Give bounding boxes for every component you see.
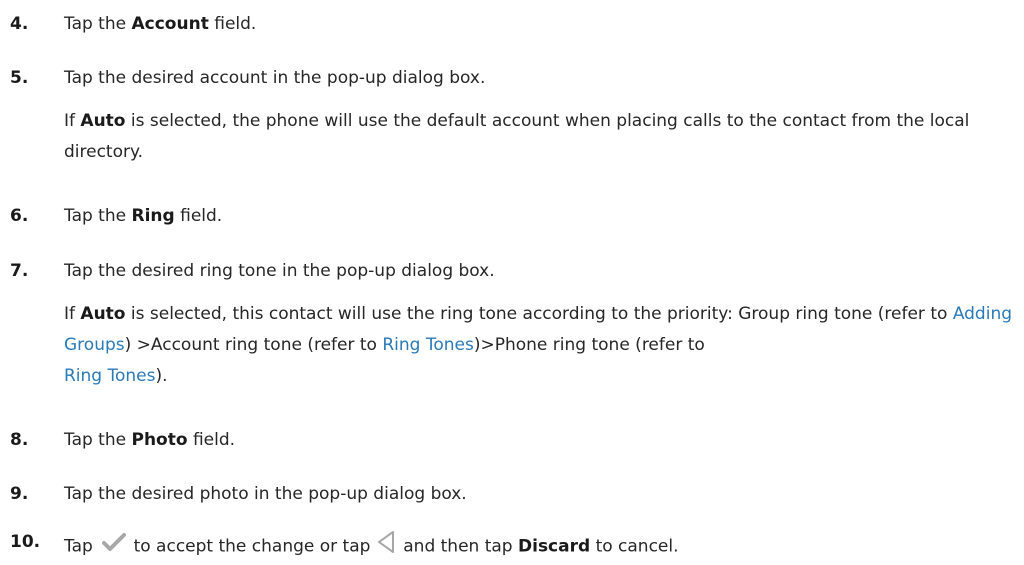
step-text: Tap the Photo field. bbox=[64, 430, 236, 450]
field-name-photo: Photo bbox=[131, 430, 188, 450]
discard-label: Discard bbox=[518, 536, 591, 557]
link-ring-tones[interactable]: Ring Tones bbox=[382, 335, 474, 355]
step-number: 10. bbox=[10, 532, 41, 552]
step-number: 4. bbox=[10, 14, 29, 34]
document-page: 4. Tap the Account field. 5. Tap the des… bbox=[0, 0, 1024, 565]
note-account-auto: If Auto is selected, the phone will use … bbox=[64, 111, 970, 162]
step-number: 9. bbox=[10, 484, 29, 504]
step-text: Tap the Ring field. bbox=[64, 206, 223, 226]
step-number: 5. bbox=[10, 68, 29, 88]
field-name-ring: Ring bbox=[131, 206, 175, 226]
field-name-account: Account bbox=[131, 14, 209, 34]
back-triangle-icon bbox=[376, 530, 398, 559]
step-text: Tap the Account field. bbox=[64, 14, 257, 34]
step-number: 7. bbox=[10, 261, 29, 281]
link-ring-tones[interactable]: Ring Tones bbox=[64, 366, 156, 386]
step-text: Tap the desired photo in the pop-up dial… bbox=[64, 484, 467, 504]
option-auto: Auto bbox=[80, 304, 126, 324]
option-auto: Auto bbox=[80, 111, 126, 131]
step-number: 6. bbox=[10, 206, 29, 226]
step-text: Tap the desired account in the pop-up di… bbox=[64, 68, 486, 88]
step-number: 8. bbox=[10, 430, 29, 450]
step-text: Tap the desired ring tone in the pop-up … bbox=[64, 261, 495, 281]
note-ring-auto: If Auto is selected, this contact will u… bbox=[64, 304, 1013, 386]
checkmark-icon bbox=[98, 532, 128, 557]
step-text: Tap to accept the change or tap and then… bbox=[64, 530, 679, 561]
